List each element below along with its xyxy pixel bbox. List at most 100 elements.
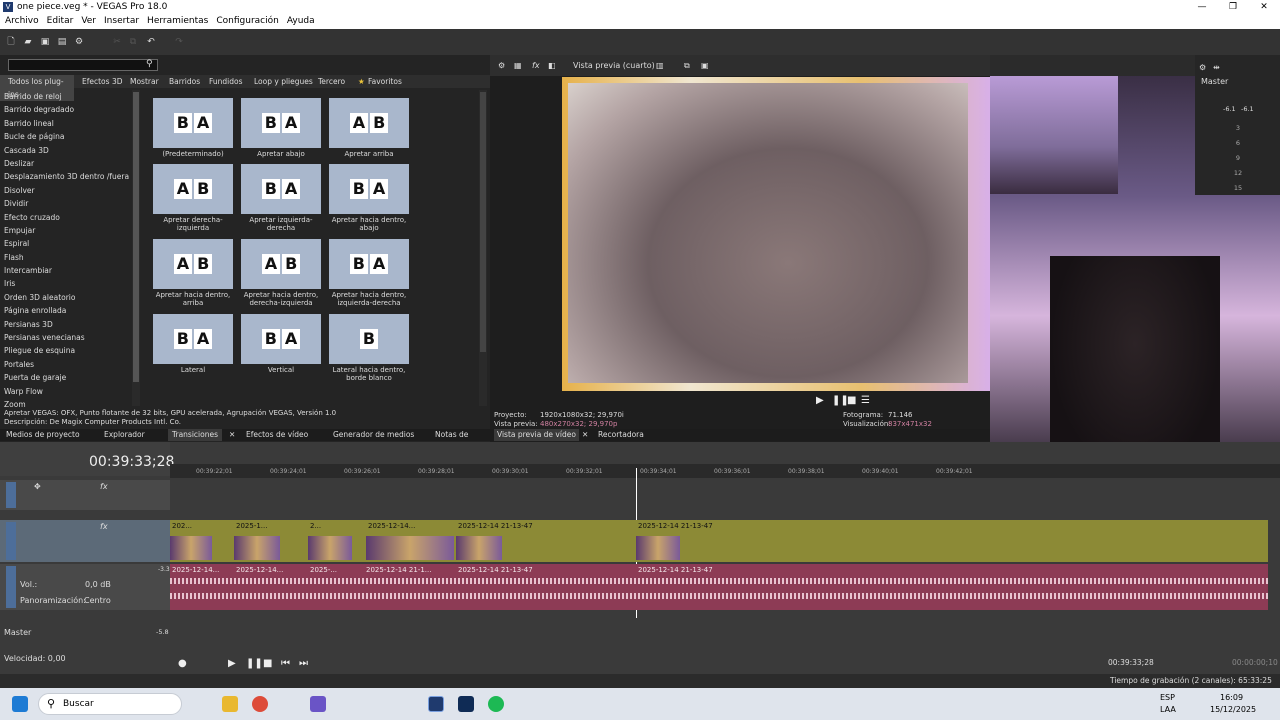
- record-icon[interactable]: ●: [178, 658, 187, 669]
- plugin-list-item[interactable]: Página enrollada: [0, 304, 140, 317]
- video-fx-icon[interactable]: fx: [100, 522, 108, 531]
- video-clip-thumbnail[interactable]: [234, 536, 280, 560]
- video-track[interactable]: 202... 2025-1... 2... 2025-12-14... 2025-12-…: [170, 520, 1268, 562]
- spotify-icon[interactable]: [488, 696, 504, 712]
- plugin-list-item[interactable]: Barrido de reloj: [0, 90, 140, 103]
- tab-loop[interactable]: Loop y pliegues: [254, 75, 313, 88]
- tab-vista-previa[interactable]: Vista previa de vídeo: [494, 429, 579, 441]
- video-clip-thumbnail[interactable]: [366, 536, 454, 560]
- time-ruler[interactable]: 00:39:22;01 00:39:24;01 00:39:26;01 00:39:2…: [170, 464, 1280, 478]
- transition-thumbnail[interactable]: B Lateral hacia dentro, borde blanco: [329, 314, 409, 382]
- undo-icon[interactable]: ↶: [146, 37, 156, 47]
- plugin-list-item[interactable]: Persianas venecianas: [0, 331, 140, 344]
- plugin-list-item[interactable]: Puerta de garaje: [0, 371, 140, 384]
- video-clip-thumbnail[interactable]: [456, 536, 502, 560]
- chrome-icon[interactable]: [252, 696, 268, 712]
- menu-icon[interactable]: ☰: [861, 395, 870, 406]
- master-settings-icon[interactable]: ⚙: [1199, 63, 1206, 72]
- tab-efectos-video[interactable]: Efectos de vídeo: [246, 429, 308, 441]
- tab-generador[interactable]: Generador de medios: [333, 429, 414, 441]
- new-file-icon[interactable]: 🗋: [6, 37, 16, 47]
- discord-icon[interactable]: [310, 696, 326, 712]
- plugin-list-item[interactable]: Pliegue de esquina: [0, 344, 140, 357]
- audio-track-header[interactable]: Vol.: 0,0 dB Panoramización: Centro -3.3: [0, 564, 170, 610]
- tab-medios[interactable]: Medios de proyecto: [6, 429, 80, 441]
- track-header-1[interactable]: ✥ fx: [0, 480, 170, 510]
- menu-archivo[interactable]: Archivo: [5, 16, 39, 26]
- plugin-list-item[interactable]: Espiral: [0, 237, 140, 250]
- transition-thumbnail[interactable]: B A Lateral: [153, 314, 233, 374]
- play-transport-icon[interactable]: ▶: [228, 658, 236, 669]
- transition-thumbnail[interactable]: A B Apretar hacia dentro, arriba: [153, 239, 233, 307]
- tab-efectos-3d[interactable]: Efectos 3D: [82, 75, 123, 88]
- transition-thumbnail[interactable]: A B Apretar hacia dentro, derecha-izquierd…: [241, 239, 321, 307]
- windows-start-icon[interactable]: [12, 696, 28, 712]
- close-button[interactable]: ✕: [1258, 0, 1270, 14]
- tab-mostrar[interactable]: Mostrar: [130, 75, 159, 88]
- language-1[interactable]: ESP: [1160, 693, 1175, 702]
- transition-thumbnail[interactable]: B A Apretar hacia dentro, abajo: [329, 164, 409, 232]
- tab-transiciones[interactable]: Transiciones: [168, 429, 222, 441]
- tab-tercero[interactable]: Tercero: [318, 75, 345, 88]
- redo-icon[interactable]: ↷: [174, 37, 184, 47]
- plugin-list-item[interactable]: Warp Flow: [0, 385, 140, 398]
- menu-ver[interactable]: Ver: [81, 16, 96, 26]
- tab-barridos[interactable]: Barridos: [169, 75, 200, 88]
- external-monitor-icon[interactable]: ▦: [514, 55, 522, 76]
- split-screen-icon[interactable]: ◧: [548, 55, 556, 76]
- language-2[interactable]: LAA: [1160, 705, 1176, 714]
- transition-thumbnail[interactable]: B A Vertical: [241, 314, 321, 374]
- plugin-list-item[interactable]: Portales: [0, 358, 140, 371]
- properties-icon[interactable]: ⚙: [498, 55, 505, 76]
- transition-thumbnail[interactable]: B A (Predeterminado): [153, 98, 233, 158]
- transition-thumbnail[interactable]: B A Apretar hacia dentro, izquierda-derech…: [329, 239, 409, 307]
- plugin-list-item[interactable]: Efecto cruzado: [0, 211, 140, 224]
- close-tab-icon[interactable]: ✕: [229, 429, 235, 441]
- transition-thumbnail[interactable]: A B Apretar arriba: [329, 98, 409, 158]
- plugin-list-item[interactable]: Disolver: [0, 184, 140, 197]
- plugin-list-item[interactable]: Flash: [0, 251, 140, 264]
- video-track-header[interactable]: fx: [0, 520, 170, 562]
- plugin-list-item[interactable]: Intercambiar: [0, 264, 140, 277]
- search-icon[interactable]: ⚲: [146, 59, 153, 69]
- vol-value[interactable]: 0,0 dB: [85, 580, 111, 589]
- video-clip-thumbnail[interactable]: [170, 536, 212, 560]
- plugin-list-item[interactable]: Dividir: [0, 197, 140, 210]
- open-folder-icon[interactable]: ▰: [23, 37, 33, 47]
- tab-favoritos[interactable]: Favoritos: [368, 75, 402, 88]
- save-snapshot-icon[interactable]: ▣: [701, 55, 709, 76]
- copy-icon[interactable]: ⧉: [128, 37, 138, 47]
- plugin-list-item[interactable]: Orden 3D aleatorio: [0, 291, 140, 304]
- plugin-list-item[interactable]: Barrido degradado: [0, 103, 140, 116]
- settings-icon[interactable]: ⚙: [74, 37, 84, 47]
- master-expand-icon[interactable]: ⇹: [1213, 63, 1220, 72]
- minimize-button[interactable]: —: [1196, 0, 1208, 14]
- vegas-taskbar-icon[interactable]: [428, 696, 444, 712]
- stop-icon[interactable]: ■: [847, 395, 856, 406]
- close-preview-tab-icon[interactable]: ✕: [582, 429, 588, 441]
- transition-thumbnail[interactable]: B A Apretar abajo: [241, 98, 321, 158]
- plugin-list-item[interactable]: Cascada 3D: [0, 144, 140, 157]
- menu-ayuda[interactable]: Ayuda: [287, 16, 315, 26]
- copy-snapshot-icon[interactable]: ⧉: [684, 55, 690, 76]
- clock-time[interactable]: 16:09: [1220, 693, 1243, 702]
- maximize-button[interactable]: ❐: [1227, 0, 1239, 14]
- cut-icon[interactable]: ✂: [112, 37, 122, 47]
- video-clip-thumbnail[interactable]: [636, 536, 680, 560]
- save-icon[interactable]: ▣: [40, 37, 50, 47]
- prev-icon[interactable]: ⏮: [281, 658, 290, 669]
- pan-value[interactable]: Centro: [84, 596, 111, 605]
- track-motion-icon[interactable]: ✥: [34, 482, 41, 491]
- list-scrollbar[interactable]: [132, 90, 140, 406]
- tab-explorador[interactable]: Explorador: [104, 429, 145, 441]
- transition-thumbnail[interactable]: A B Apretar derecha-izquierda: [153, 164, 233, 232]
- plugin-list-item[interactable]: Barrido lineal: [0, 117, 140, 130]
- clock-date[interactable]: 15/12/2025: [1210, 705, 1256, 714]
- thumbs-scrollbar[interactable]: [479, 90, 487, 406]
- audio-track[interactable]: 2025-12-14... 2025-12-14... 2025-... 2025-1…: [170, 564, 1268, 610]
- plugin-list-item[interactable]: Deslizar: [0, 157, 140, 170]
- next-icon[interactable]: ⏭: [299, 658, 308, 669]
- menu-herramientas[interactable]: Herramientas: [147, 16, 208, 26]
- photoshop-icon[interactable]: [458, 696, 474, 712]
- plugin-list-item[interactable]: Persianas 3D: [0, 318, 140, 331]
